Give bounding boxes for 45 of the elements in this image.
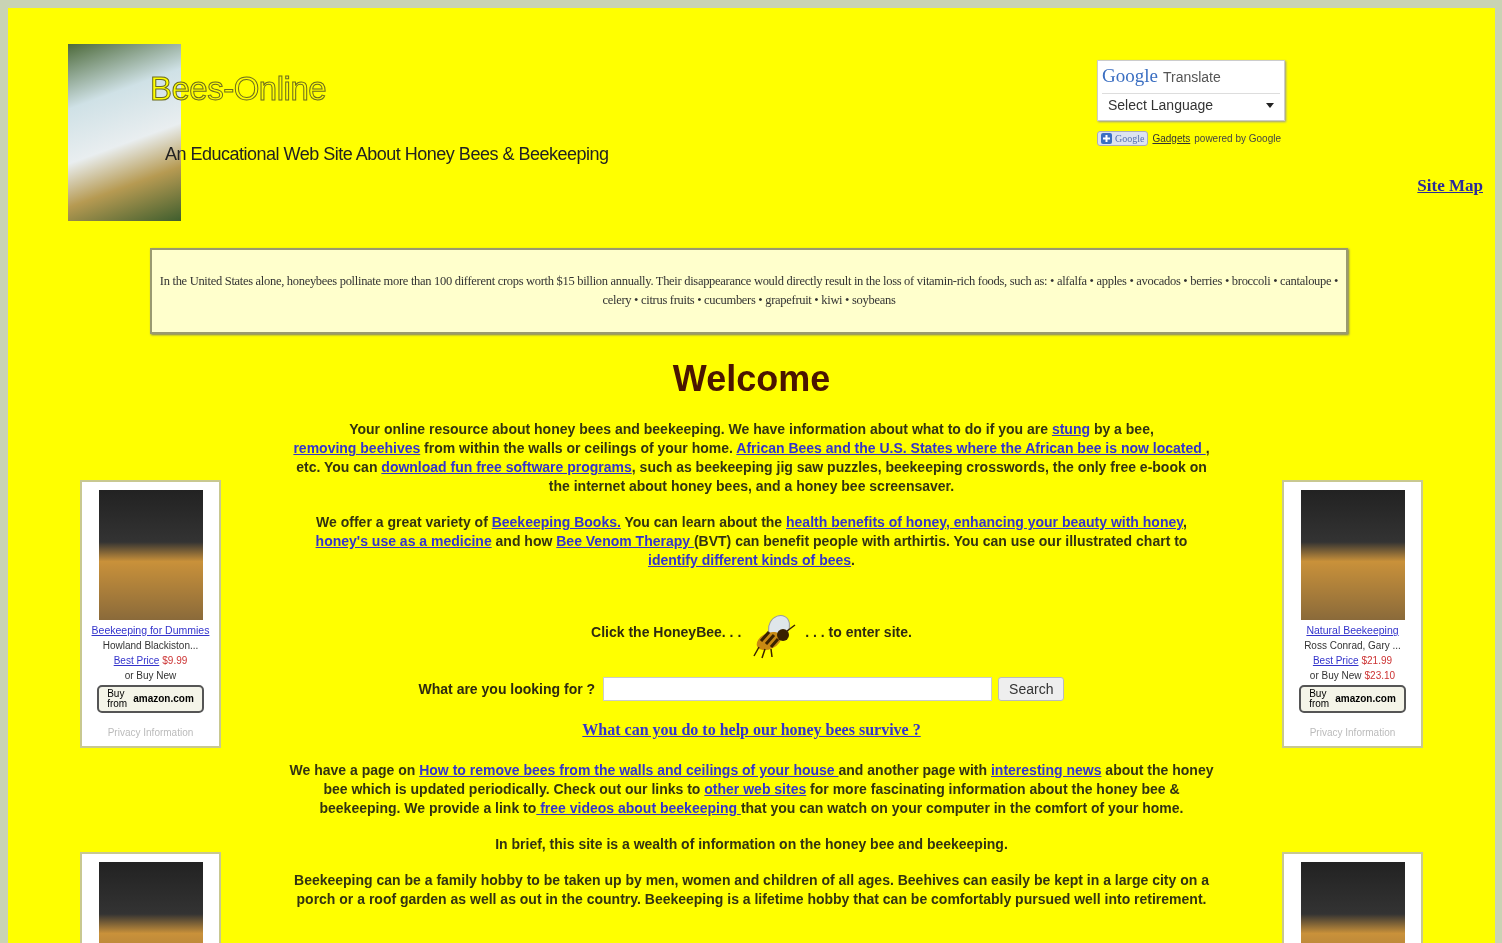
buy-new-label: or Buy New	[124, 670, 177, 681]
fact-box: In the United States alone, honeybees pollinate more than 100 different crops worth $15 billion annually. Their disappearance would directly result in the loss of vitamin-rich foods, such as: • alfalfa • apples • avocados • berries • broccoli • cantaloupe • celery • citrus fruits • cucumbers • grapefruit • kiwi • soybeans	[150, 248, 1348, 334]
body-paragraph: Your online resource about honey bees and beekeeping. We have information about what to do if you are stung by a bee, removing beehives from within the walls or ceilings of your home. African Bees and the U.S. States where the African bee is now located , etc. You can download fun free software programs, such as beekeeping jig saw puzzles, beekeeping crosswords, the only free e-book on the internet about honey bees, and a honey bee screensaver.	[292, 420, 1211, 496]
book-title-link[interactable]: Beekeeping for Dummies	[91, 624, 210, 636]
body-paragraph: We have a page on How to remove bees from the walls and ceilings of your house and another page with interesting news about the honey bee which is updated periodically. Check out our links to other web sites for more fascinating information about the honey bee & beekeeping. We provide a link to free videos about beekeeping that you can watch on your computer in the comfort of your home.	[288, 761, 1215, 818]
plus-icon	[1101, 133, 1112, 144]
site-map-link[interactable]: Site Map	[1417, 176, 1483, 196]
dropdown-caret-icon	[1266, 102, 1274, 108]
enter-prompt-text: Click the HoneyBee. . .	[591, 624, 742, 640]
buy-new-label: or Buy New	[1309, 670, 1362, 681]
buy-new-price: $23.10	[1364, 670, 1396, 681]
add-gadget-button[interactable]: Google	[1097, 131, 1149, 146]
text-link[interactable]: honey's use as a medicine	[315, 533, 492, 549]
translate-label: Translate	[1162, 69, 1221, 85]
search-label: What are you looking for ?	[418, 681, 596, 697]
text-link[interactable]: Beekeeping Books.	[491, 514, 621, 530]
search-button[interactable]: Search	[998, 677, 1065, 701]
body-paragraph: In brief, this site is a wealth of information on the honey bee and beekeeping.	[494, 835, 1009, 854]
best-price-link[interactable]: Best Price	[113, 655, 160, 666]
powered-by-text: powered by Google	[1194, 133, 1281, 144]
enter-prompt-text: . . . to enter site.	[805, 624, 912, 640]
best-price-link[interactable]: Best Price	[1312, 655, 1359, 666]
google-logo: Google	[1102, 65, 1158, 87]
text-link[interactable]: How to remove bees from the walls and ceilings of your house	[419, 762, 839, 778]
text-link[interactable]: Bee Venom Therapy	[556, 533, 694, 549]
body-paragraph: Beekeeping can be a family hobby to be taken up by men, women and children of all ages. Beehives can easily be kept in a large city on a porch or a roof garden as well as out in the country. Beekeeping is a lifetime hobby that can be comfortably pursued well into retirement.	[293, 871, 1210, 909]
language-select[interactable]: Select Language	[1102, 93, 1280, 116]
book-author: Howland Blackiston...	[102, 640, 199, 651]
text-link[interactable]: removing beehives	[293, 440, 421, 456]
text-link[interactable]: health benefits of honey, enhancing your beauty with honey	[786, 514, 1183, 530]
gadgets-link[interactable]: Gadgets	[1152, 133, 1191, 144]
text-link[interactable]: stung	[1051, 421, 1090, 437]
search-field[interactable]	[603, 677, 993, 701]
text-link[interactable]: other web sites	[704, 781, 807, 797]
text-link[interactable]: download fun free software programs	[381, 459, 632, 475]
text-link[interactable]: interesting news	[991, 762, 1102, 778]
help-bees-link[interactable]: What can you do to help our honey bees survive ?	[582, 721, 921, 739]
book-title-link[interactable]: Natural Beekeeping	[1306, 624, 1399, 636]
welcome-heading: Welcome	[672, 358, 831, 400]
best-price: $21.99	[1361, 655, 1393, 666]
text-link[interactable]: African Bees and the U.S. States where the African bee is now located	[736, 440, 1206, 456]
text-link[interactable]: free videos about beekeeping	[536, 800, 741, 816]
book-author: Ross Conrad, Gary ...	[1304, 640, 1401, 651]
body-paragraph: We offer a great variety of Beekeeping Books. You can learn about the health benefits of honey, enhancing your beauty with honey, honey's use as a medicine and how Bee Venom Therapy (BVT) can benefit people with arthirtis. You can use our illustrated chart to identify different kinds of bees.	[314, 513, 1189, 570]
best-price: $9.99	[162, 655, 188, 666]
